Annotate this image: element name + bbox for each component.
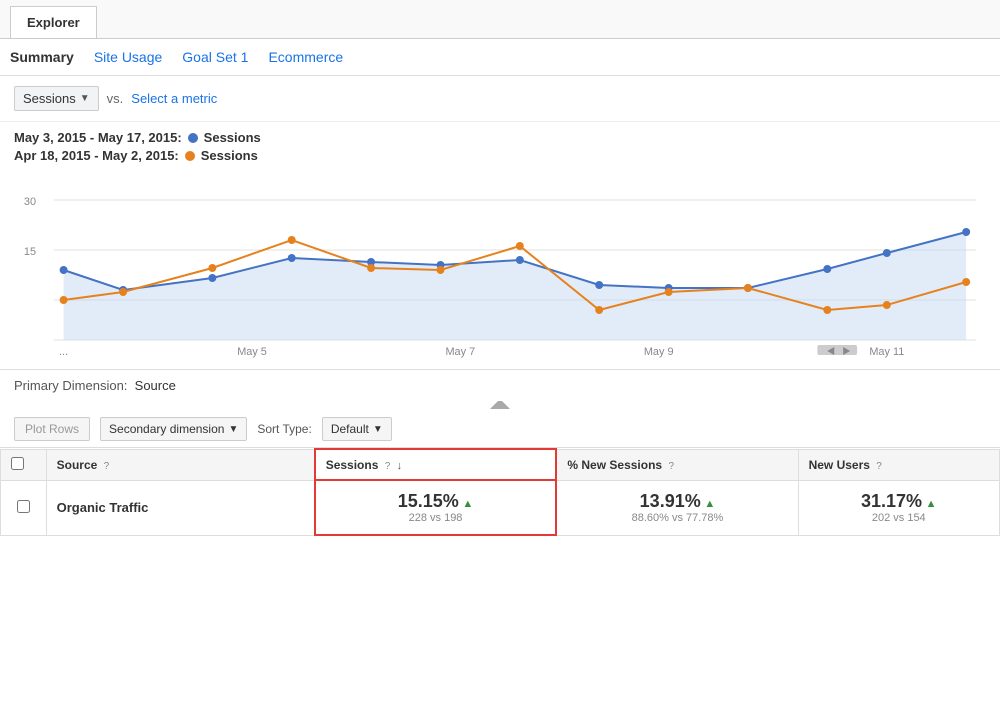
sort-default-label: Default	[331, 422, 369, 436]
svg-text:30: 30	[24, 196, 36, 208]
metric-label: Sessions	[23, 91, 76, 106]
th-source-label: Source	[57, 458, 98, 472]
secondary-dimension-dropdown[interactable]: Secondary dimension ▼	[100, 417, 247, 441]
td-checkbox	[1, 480, 47, 535]
legend-metric-2: Sessions	[201, 148, 258, 163]
th-sessions: Sessions ? ↓	[315, 449, 557, 480]
legend-dot-blue	[188, 133, 198, 143]
collapse-row	[0, 397, 1000, 411]
new-users-metric-block: 31.17% ▲ 202 vs 154	[809, 491, 989, 524]
sessions-pct-value: 15.15%	[398, 491, 459, 511]
sort-type-dropdown[interactable]: Default ▼	[322, 417, 392, 441]
tab-summary[interactable]: Summary	[10, 49, 74, 69]
collapse-arrow-icon[interactable]	[490, 399, 510, 409]
pct-new-metric-block: 13.91% ▲ 88.60% vs 77.78%	[567, 491, 787, 524]
metric-bar: Sessions ▼ vs. Select a metric	[0, 76, 1000, 122]
th-new-users: New Users ?	[798, 449, 999, 480]
sort-down-icon: ↓	[397, 460, 403, 472]
table-header-row: Source ? Sessions ? ↓ % New Sessions ? N…	[1, 449, 1000, 480]
th-new-users-info[interactable]: ?	[876, 461, 882, 472]
legend-metric-1: Sessions	[204, 130, 261, 145]
vs-label: vs.	[107, 91, 124, 106]
primary-dimension: Primary Dimension: Source	[0, 370, 1000, 397]
th-sessions-label: Sessions	[326, 458, 379, 472]
th-pct-new-info[interactable]: ?	[668, 461, 674, 472]
td-sessions: 15.15% ▲ 228 vs 198	[315, 480, 557, 535]
th-sessions-info[interactable]: ?	[385, 461, 391, 472]
svg-text:May 11: May 11	[869, 346, 904, 358]
legend-area: May 3, 2015 - May 17, 2015: Sessions Apr…	[0, 122, 1000, 170]
pct-new-sub-value: 88.60% vs 77.78%	[567, 512, 787, 524]
tab-site-usage[interactable]: Site Usage	[94, 49, 162, 69]
th-new-users-label: New Users	[809, 458, 870, 472]
new-users-value: 31.17%	[861, 491, 922, 511]
sessions-up-arrow-icon: ▲	[462, 498, 473, 510]
pct-new-up-arrow-icon: ▲	[704, 498, 715, 510]
new-users-sub-value: 202 vs 154	[809, 512, 989, 524]
chart-svg: 30 15 ...	[14, 170, 986, 360]
data-table: Source ? Sessions ? ↓ % New Sessions ? N…	[0, 448, 1000, 536]
svg-text:May 7: May 7	[445, 346, 475, 358]
th-pct-new-label: % New Sessions	[567, 458, 662, 472]
td-new-users: 31.17% ▲ 202 vs 154	[798, 480, 999, 535]
svg-text:May 9: May 9	[644, 346, 674, 358]
chart-area: 30 15 ...	[0, 170, 1000, 370]
row-checkbox[interactable]	[17, 500, 30, 513]
select-all-checkbox[interactable]	[11, 457, 24, 470]
td-source: Organic Traffic	[46, 480, 315, 535]
td-pct-new: 13.91% ▲ 88.60% vs 77.78%	[556, 480, 798, 535]
metric-dropdown[interactable]: Sessions ▼	[14, 86, 99, 111]
sort-arrow: ▼	[373, 424, 383, 435]
th-source-info[interactable]: ?	[104, 461, 110, 472]
metric-dropdown-arrow: ▼	[80, 93, 90, 104]
th-source: Source ?	[46, 449, 315, 480]
plot-rows-button: Plot Rows	[14, 417, 90, 441]
legend-row-1: May 3, 2015 - May 17, 2015: Sessions	[14, 130, 986, 145]
explorer-tab[interactable]: Explorer	[10, 6, 97, 38]
svg-text:...: ...	[59, 346, 68, 358]
svg-text:May 5: May 5	[237, 346, 267, 358]
table-row: Organic Traffic 15.15% ▲ 228 vs 198 13.9…	[1, 480, 1000, 535]
legend-date-2: Apr 18, 2015 - May 2, 2015:	[14, 148, 179, 163]
nav-tabs: Summary Site Usage Goal Set 1 Ecommerce	[0, 39, 1000, 76]
primary-dim-value: Source	[135, 378, 176, 393]
th-checkbox	[1, 449, 47, 480]
explorer-tab-bar: Explorer	[0, 0, 1000, 39]
select-metric-link[interactable]: Select a metric	[131, 91, 217, 106]
legend-dot-orange	[185, 151, 195, 161]
secondary-dim-label: Secondary dimension	[109, 422, 224, 436]
table-toolbar: Plot Rows Secondary dimension ▼ Sort Typ…	[0, 411, 1000, 448]
primary-dim-label: Primary Dimension:	[14, 378, 127, 393]
th-pct-new: % New Sessions ?	[556, 449, 798, 480]
sessions-vs-value: 228 vs 198	[326, 512, 546, 524]
sort-type-label: Sort Type:	[257, 422, 311, 436]
legend-date-1: May 3, 2015 - May 17, 2015:	[14, 130, 182, 145]
pct-new-value: 13.91%	[640, 491, 701, 511]
source-value: Organic Traffic	[57, 500, 149, 515]
sessions-metric-block: 15.15% ▲ 228 vs 198	[326, 491, 546, 524]
new-users-up-arrow-icon: ▲	[926, 498, 937, 510]
secondary-dim-arrow: ▼	[228, 424, 238, 435]
tab-ecommerce[interactable]: Ecommerce	[268, 49, 343, 69]
legend-row-2: Apr 18, 2015 - May 2, 2015: Sessions	[14, 148, 986, 163]
svg-text:15: 15	[24, 246, 36, 258]
tab-goal-set-1[interactable]: Goal Set 1	[182, 49, 248, 69]
